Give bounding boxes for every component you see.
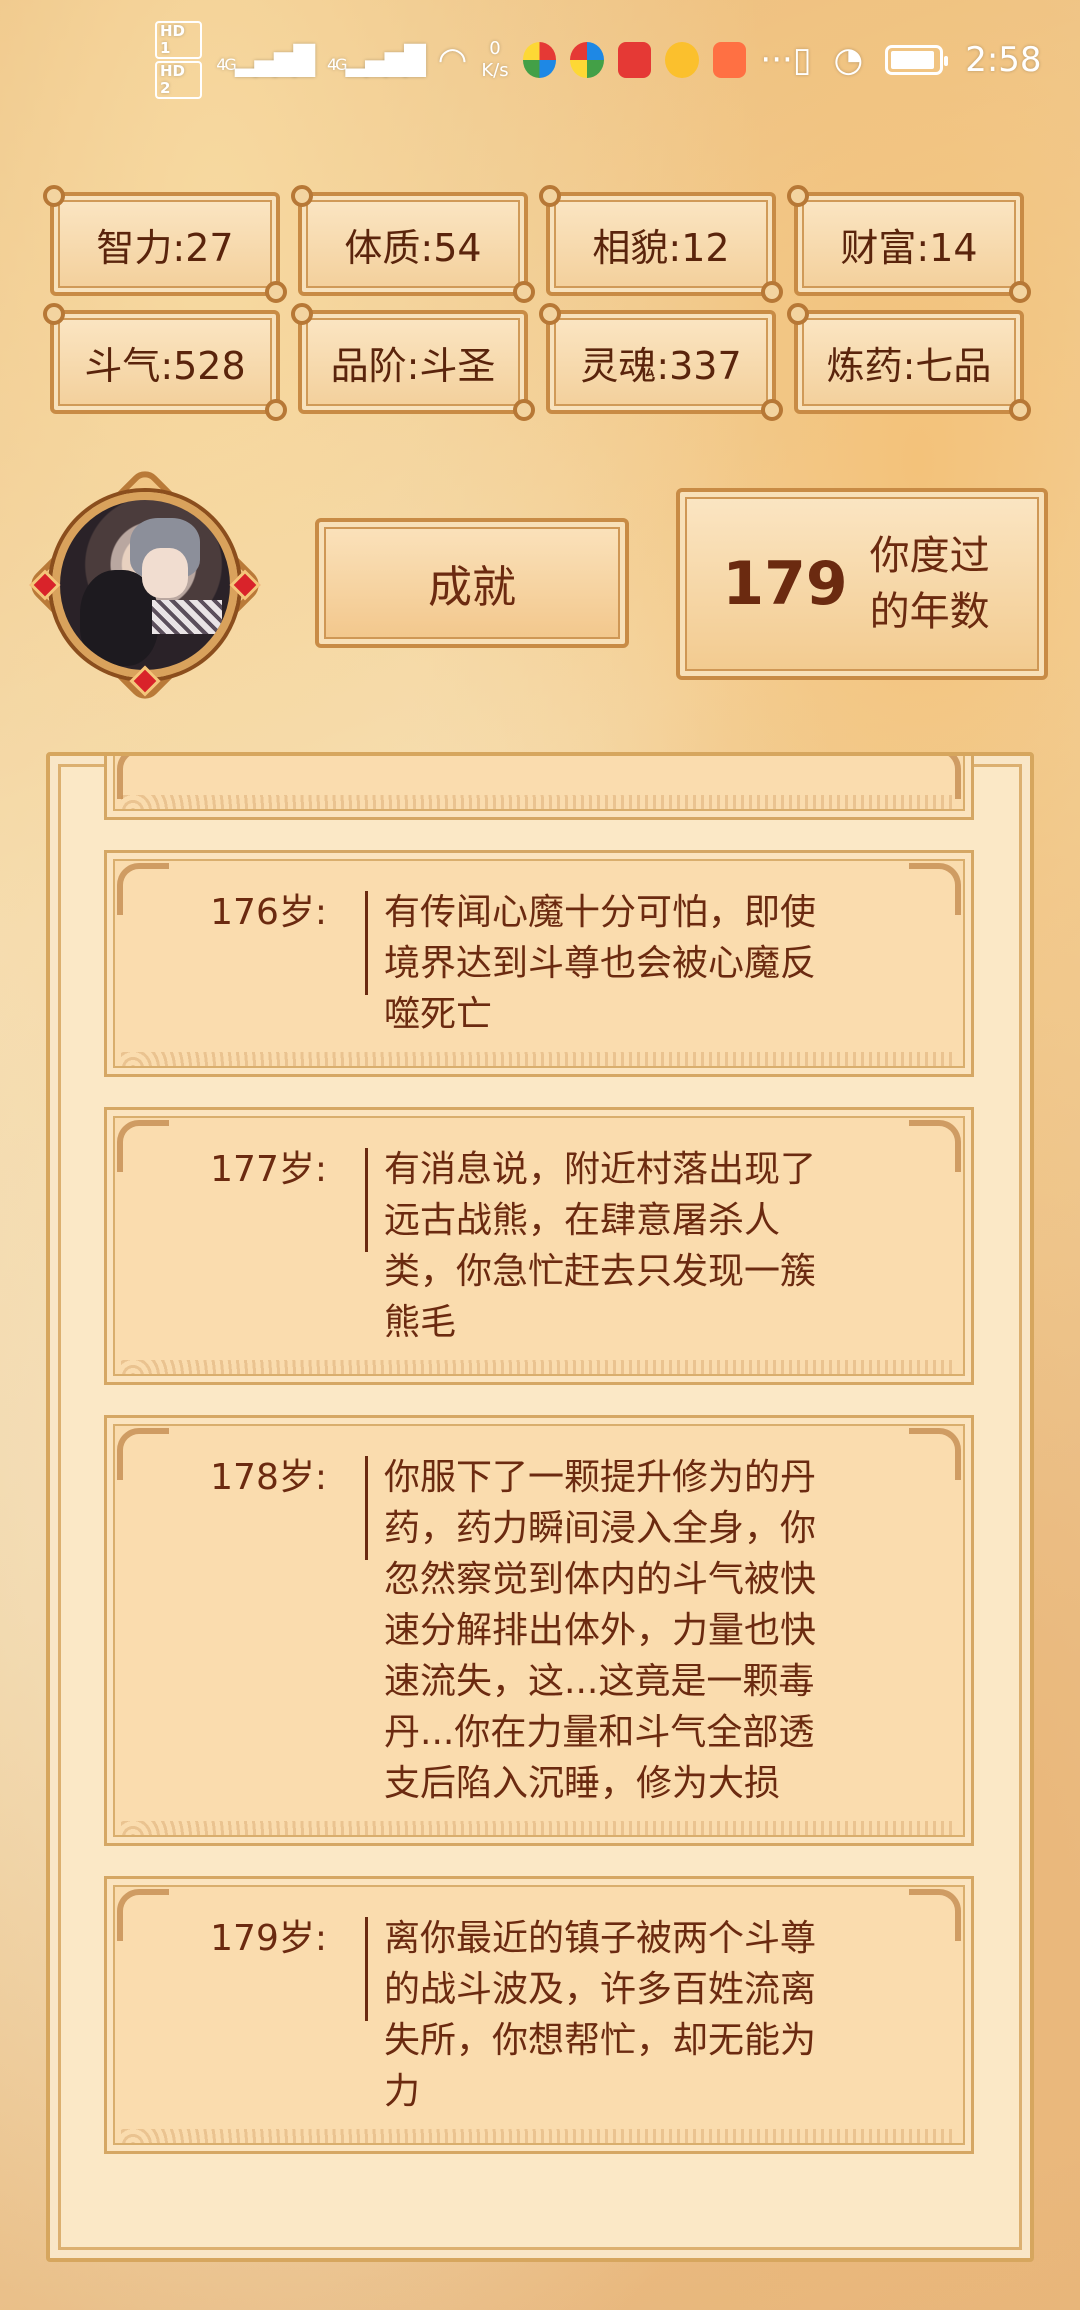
log-entry: 178岁: 你服下了一颗提升修为的丹药，药力瞬间浸入全身，你忽然察觉到体内的斗气… (104, 1415, 974, 1846)
signal-icon-2: 4G▂▄▆█ (326, 43, 426, 77)
log-entry-age: 179岁: (210, 1918, 327, 1959)
log-entry-text: 有消息说，附近村落出现了远古战熊，在肆意屠杀人类，你急忙赶去只发现一簇熊毛 (384, 1149, 817, 1343)
stat-intelligence: 智力:27 (43, 185, 287, 303)
achievement-button[interactable]: 成就 (315, 518, 629, 648)
log-entry: 177岁: 有消息说，附近村落出现了远古战熊，在肆意屠杀人类，你急忙赶去只发现一… (104, 1107, 974, 1385)
log-entry: 去拜访您让他指点一下你 (104, 756, 974, 820)
years-count: 179 (722, 549, 848, 619)
years-label: 你度过的年数 (869, 533, 990, 635)
log-entry-text: 你服下了一颗提升修为的丹药，药力瞬间浸入全身，你忽然察觉到体内的斗气被快速分解排… (384, 1457, 817, 1804)
stat-alchemy: 炼药:七品 (787, 303, 1031, 421)
hd1-label: HD 1 (155, 21, 203, 59)
log-entry-text: 去拜访您让他指点一下你 (365, 756, 813, 783)
app-notification-icon (522, 42, 557, 78)
clock: 2:58 (965, 40, 1042, 80)
hd2-label: HD 2 (155, 61, 203, 99)
video-app-icon (712, 42, 747, 78)
hd-voice-indicator: HD 1 HD 2 (155, 19, 203, 101)
status-bar: HD 1 HD 2 4G▂▄▆█ 4G▂▄▆█ ◠ 0 K/s ··· ▯ ◔ … (0, 0, 1080, 120)
battery-icon (885, 45, 949, 75)
avatar (52, 492, 238, 678)
stat-rank: 品阶:斗圣 (291, 303, 535, 421)
stat-wealth: 财富:14 (787, 185, 1031, 303)
performance-icon: ◔ (833, 40, 864, 80)
book-app-icon (617, 42, 652, 78)
more-notifications-icon: ··· (760, 40, 793, 80)
log-entry: 179岁: 离你最近的镇子被两个斗尊的战斗波及，许多百姓流离失所，你想帮忙，却无… (104, 1876, 974, 2154)
log-entry-age: 177岁: (210, 1149, 327, 1190)
wifi-icon: ◠ (437, 40, 468, 80)
log-entry: 176岁: 有传闻心魔十分可怕，即使境界达到斗尊也会被心魔反噬死亡 (104, 850, 974, 1077)
app-notification-icon (665, 42, 699, 78)
log-entry-age: 176岁: (210, 892, 327, 933)
log-entry-text: 有传闻心魔十分可怕，即使境界达到斗尊也会被心魔反噬死亡 (384, 892, 817, 1035)
app-notification-icon (570, 42, 604, 78)
player-avatar-frame[interactable] (24, 464, 266, 706)
life-log-list: 去拜访您让他指点一下你 176岁: 有传闻心魔十分可怕，即使境界达到斗尊也会被心… (50, 756, 1030, 2154)
log-entry-text: 离你最近的镇子被两个斗尊的战斗波及，许多百姓流离失所，你想帮忙，却无能为力 (384, 1918, 817, 2112)
network-speed: 0 K/s (481, 38, 508, 82)
stat-douqi: 斗气:528 (43, 303, 287, 421)
stat-constitution: 体质:54 (291, 185, 535, 303)
net-speed-value: 0 (489, 38, 501, 59)
stat-soul: 灵魂:337 (539, 303, 783, 421)
signal-icon-1: 4G▂▄▆█ (216, 43, 315, 77)
net-speed-unit: K/s (481, 60, 509, 81)
log-entry-age: 178岁: (210, 1457, 327, 1498)
attribute-grid: 智力:27 体质:54 相貌:12 财富:14 斗气:528 品阶:斗圣 灵魂:… (43, 185, 1031, 421)
stat-appearance: 相貌:12 (539, 185, 783, 303)
life-log-panel[interactable]: 去拜访您让他指点一下你 176岁: 有传闻心魔十分可怕，即使境界达到斗尊也会被心… (46, 752, 1034, 2262)
years-lived-box: 179 你度过的年数 (676, 488, 1048, 680)
vibrate-icon: ▯ (792, 40, 812, 80)
